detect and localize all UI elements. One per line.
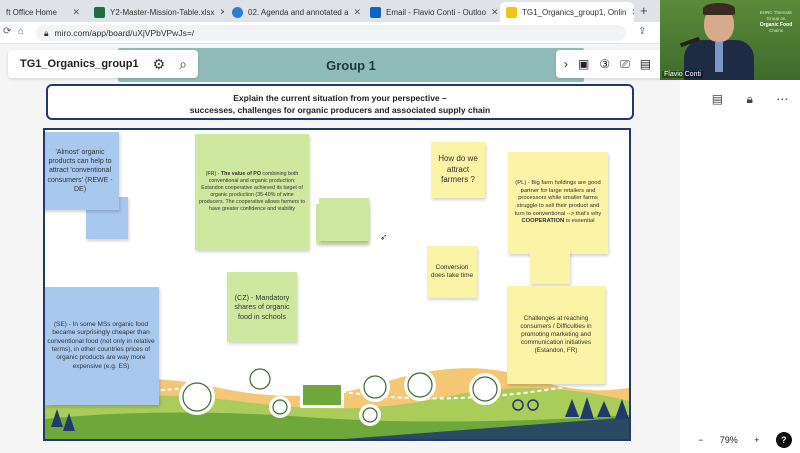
close-icon[interactable]: ✕ xyxy=(354,7,362,18)
tab-label: ft Office Home xyxy=(6,7,57,17)
address-bar[interactable]: 🔒︎ miro.com/app/board/uXjVPbVPwJs=/ xyxy=(36,25,626,41)
lock-icon[interactable]: 🔒︎ xyxy=(746,92,752,107)
comment-icon[interactable]: ▤ xyxy=(712,92,723,106)
close-icon[interactable]: ✕ xyxy=(632,7,635,18)
sticky-note-value-of-po[interactable]: (FR) - The value of PO combining both co… xyxy=(195,134,309,250)
prompt-line-2: successes, challenges for organic produc… xyxy=(189,105,491,115)
lock-icon: 🔒︎ xyxy=(44,27,49,38)
tab-excel[interactable]: Y2-Master-Mission-Table.xlsx ✕ xyxy=(88,2,224,22)
more-icon[interactable]: ▤ xyxy=(640,57,651,71)
sticky-note-cooperation[interactable]: (PL) - Big farm holdings are good partne… xyxy=(508,152,608,254)
tab-label: Y2-Master-Mission-Table.xlsx xyxy=(110,7,215,17)
zoom-out-icon[interactable]: − xyxy=(698,435,703,445)
close-icon[interactable]: ✕ xyxy=(219,7,224,18)
prompt-line-1: Explain the current situation from your … xyxy=(233,93,447,103)
tab-label: TG1_Organics_group1, Onlin xyxy=(522,7,627,17)
sticky-note-almost-organic[interactable]: 'Almost' organic products can help to at… xyxy=(45,132,119,210)
excel-icon xyxy=(94,6,105,18)
screen: ft Office Home ✕ Y2-Master-Mission-Table… xyxy=(0,0,800,453)
close-icon[interactable]: ✕ xyxy=(72,7,80,18)
tab-miro[interactable]: TG1_Organics_group1, Onlin ✕ xyxy=(500,2,634,22)
right-sidebar xyxy=(680,80,800,453)
tab-outlook[interactable]: Email - Flavio Conti - Outloo ✕ xyxy=(364,2,498,22)
tab-label: 02. Agenda and annotated a xyxy=(248,7,349,17)
event-logo: EHRC Thematic Group on Organic Food Chai… xyxy=(759,10,793,33)
sticky-note-attract-farmers[interactable]: How do we attract farmers ? xyxy=(431,142,485,198)
search-icon[interactable]: ⌕ xyxy=(179,56,187,73)
settings-icon[interactable]: ⚙ xyxy=(153,56,166,73)
tab-label: Email - Flavio Conti - Outloo xyxy=(386,7,487,17)
participant-tie xyxy=(715,42,723,72)
chevron-right-icon[interactable]: › xyxy=(564,57,568,71)
participant-hair xyxy=(703,3,735,15)
mouse-cursor-icon: ➶ xyxy=(380,232,388,242)
sticky-note-empty-yellow[interactable] xyxy=(530,250,570,284)
sticky-note-conversion[interactable]: Conversion does take time xyxy=(427,246,477,298)
group-label: Group 1 xyxy=(326,57,376,73)
participant-name: Flavio Conti xyxy=(662,71,703,78)
video-tile[interactable]: EHRC Thematic Group on Organic Food Chai… xyxy=(660,0,800,80)
home-icon[interactable]: ⌂ xyxy=(18,26,24,37)
tab-office-home[interactable]: ft Office Home ✕ xyxy=(0,2,86,22)
outlook-icon xyxy=(370,6,381,18)
board-topbar: TG1_Organics_group1 ⚙ ⌕ xyxy=(8,50,198,78)
prompt-title-box[interactable]: Explain the current situation from your … xyxy=(46,84,634,120)
url-text: miro.com/app/board/uXjVPbVPwJs=/ xyxy=(54,28,195,38)
new-tab-icon[interactable]: + xyxy=(640,3,648,18)
present-icon[interactable]: ⎚ xyxy=(620,57,630,72)
right-panel-toolbar: ▤ 🔒︎ ⋯ xyxy=(700,83,800,115)
sticky-note-empty-green-top[interactable] xyxy=(319,198,369,241)
zoom-in-icon[interactable]: + xyxy=(754,435,759,445)
cloud-icon xyxy=(232,6,243,18)
more-options-icon[interactable]: ⋯ xyxy=(776,92,788,106)
miro-icon xyxy=(506,6,517,18)
share-icon[interactable]: ⇪ xyxy=(638,26,646,37)
sticky-note-mandatory-shares[interactable]: (CZ) - Mandatory shares of organic food … xyxy=(227,272,297,342)
zoom-controls: − 79% + ? xyxy=(690,426,800,453)
board-frame[interactable]: 'Almost' organic products can help to at… xyxy=(43,128,631,441)
close-icon[interactable]: ✕ xyxy=(491,7,498,18)
timer-icon[interactable]: ③ xyxy=(599,57,610,71)
board-name[interactable]: TG1_Organics_group1 xyxy=(20,58,139,70)
reload-icon[interactable]: ⟳ xyxy=(3,26,11,37)
help-icon[interactable]: ? xyxy=(775,431,792,448)
frames-icon[interactable]: ▣ xyxy=(578,57,589,71)
sticky-note-challenges-consumers[interactable]: Challenges at reaching consumers / Diffi… xyxy=(507,286,605,384)
browser-tab-strip: ft Office Home ✕ Y2-Master-Mission-Table… xyxy=(0,0,660,22)
tab-agenda[interactable]: 02. Agenda and annotated a ✕ xyxy=(226,2,362,22)
zoom-level[interactable]: 79% xyxy=(720,435,738,445)
sticky-note-prices[interactable]: (SE) - In some MSs organic food became s… xyxy=(45,287,159,405)
address-bar-row: ⟳ ⌂ 🔒︎ miro.com/app/board/uXjVPbVPwJs=/ … xyxy=(0,22,660,44)
